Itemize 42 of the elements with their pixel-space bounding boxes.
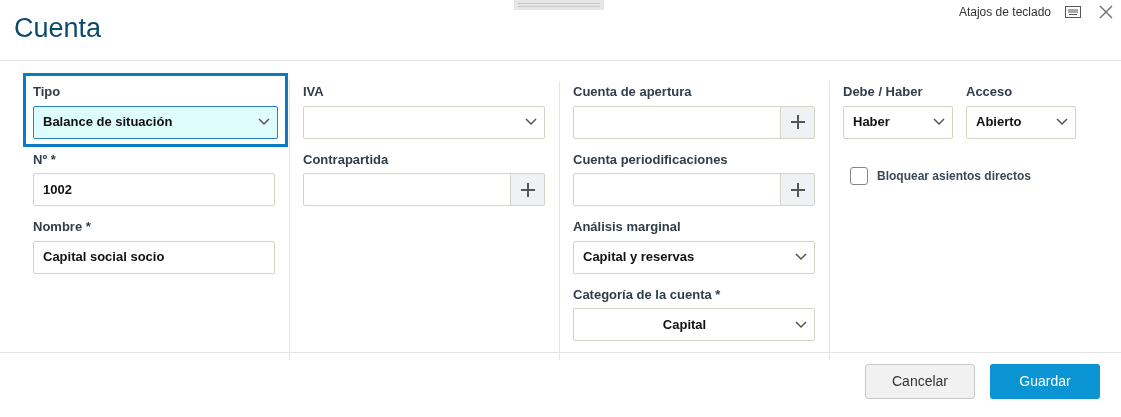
field-label: Cuenta de apertura (573, 83, 693, 101)
chevron-down-icon (1056, 118, 1068, 126)
input-field[interactable]: Capital social socio (33, 240, 275, 274)
field-label: Análisis marginal (573, 218, 682, 236)
field-label: Cuenta periodificaciones (573, 150, 729, 169)
plus-icon (790, 182, 805, 197)
dropdown[interactable]: Capital (573, 308, 815, 341)
close-icon[interactable] (1099, 5, 1113, 19)
lookup-field[interactable] (573, 105, 815, 139)
lookup-field[interactable] (303, 173, 545, 206)
dropdown[interactable]: Abierto (966, 105, 1076, 139)
window-title: Cuenta (14, 12, 102, 45)
chevron-down-icon (795, 320, 807, 329)
checkbox-label: Bloquear asientos directos (877, 167, 1032, 185)
field-label: Nombre * (33, 218, 92, 236)
drag-handle-icon[interactable] (514, 0, 604, 10)
checkbox[interactable] (850, 166, 868, 185)
chevron-down-icon (258, 118, 270, 126)
add-button[interactable] (510, 174, 544, 205)
field-label: Categoría de la cuenta * (573, 285, 722, 304)
field-label: Acceso (966, 83, 1014, 101)
chevron-down-icon (525, 118, 537, 126)
field-label: Contrapartida (303, 150, 390, 169)
field-label: IVA (303, 83, 325, 101)
keyboard-shortcuts-link[interactable]: Atajos de teclado (958, 3, 1051, 21)
field-label: Nº * (33, 150, 57, 169)
input-field[interactable]: 1002 (33, 173, 275, 206)
plus-icon (790, 115, 805, 129)
add-button[interactable] (780, 106, 814, 138)
chevron-down-icon (795, 253, 807, 261)
plus-icon (520, 182, 535, 197)
dropdown[interactable]: Balance de situación (33, 105, 278, 139)
field-label: Debe / Haber (843, 83, 924, 101)
add-button[interactable] (780, 174, 814, 205)
field-label: Tipo (33, 83, 62, 101)
dropdown[interactable]: Haber (843, 105, 953, 139)
cancel-button[interactable]: Cancelar (865, 363, 975, 399)
dropdown[interactable]: Capital y reservas (573, 240, 815, 274)
chevron-down-icon (933, 118, 945, 126)
lookup-field[interactable] (573, 173, 815, 206)
selected-value: Capital (661, 315, 708, 334)
keyboard-icon[interactable] (1065, 6, 1081, 18)
